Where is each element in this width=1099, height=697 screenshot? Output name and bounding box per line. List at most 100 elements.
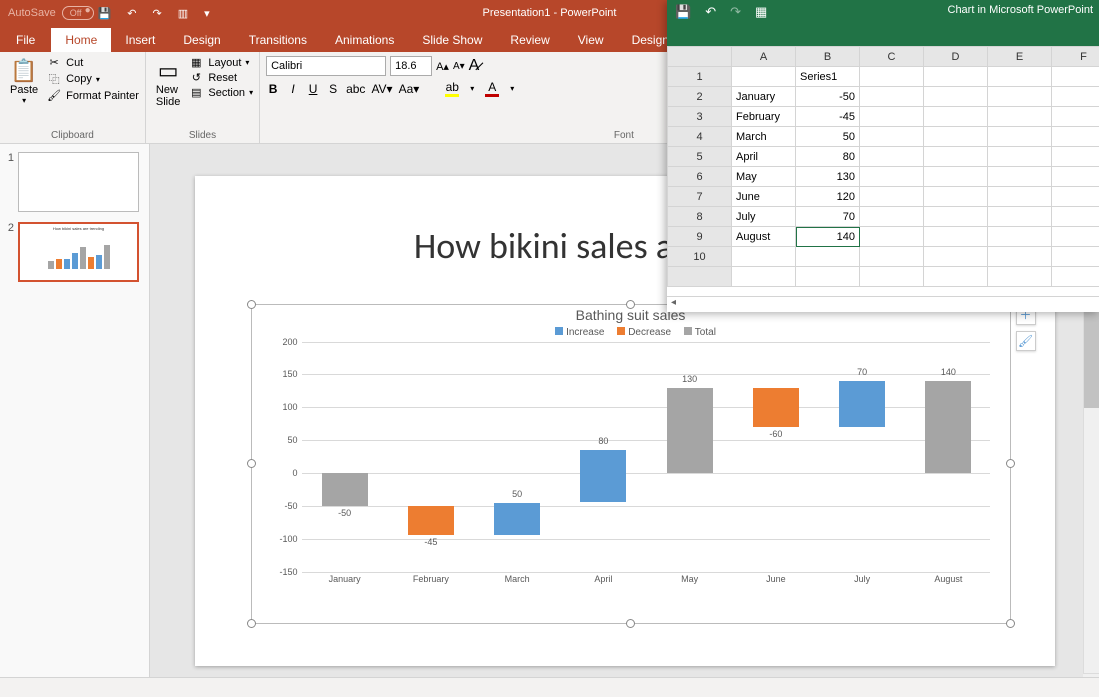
col-header[interactable]: F (1052, 47, 1099, 67)
cell[interactable] (988, 107, 1052, 127)
cell[interactable] (1052, 247, 1099, 267)
tab-file[interactable]: File (0, 28, 51, 52)
cell[interactable] (924, 247, 988, 267)
row-header[interactable]: 6 (668, 167, 732, 187)
shadow-button[interactable]: abc (346, 82, 365, 96)
tab-design[interactable]: Design (169, 28, 234, 52)
cell[interactable] (924, 167, 988, 187)
autosave-toggle[interactable] (62, 6, 94, 20)
cell[interactable] (860, 227, 924, 247)
chart-object[interactable]: ＋ 🖌 Bathing suit sales Increase Decrease… (251, 304, 1011, 624)
cell[interactable] (860, 67, 924, 87)
cell[interactable] (1052, 67, 1099, 87)
start-from-beginning-icon[interactable]: ▥ (178, 7, 188, 20)
cell[interactable] (1052, 187, 1099, 207)
col-header[interactable]: C (860, 47, 924, 67)
clear-formatting-icon[interactable]: A̷ (469, 57, 480, 75)
row-header[interactable]: 5 (668, 147, 732, 167)
col-header[interactable] (668, 47, 732, 67)
cell[interactable]: January (732, 87, 796, 107)
cell[interactable] (860, 87, 924, 107)
row-header[interactable]: 9 (668, 227, 732, 247)
cell[interactable]: -45 (796, 107, 860, 127)
cell[interactable]: 130 (796, 167, 860, 187)
cell[interactable] (988, 147, 1052, 167)
cell[interactable] (924, 147, 988, 167)
cell[interactable]: -50 (796, 87, 860, 107)
cell[interactable] (988, 127, 1052, 147)
cell[interactable]: May (732, 167, 796, 187)
bar-march[interactable] (494, 503, 540, 536)
cell[interactable] (988, 247, 1052, 267)
font-size-select[interactable] (390, 56, 432, 76)
cell[interactable] (988, 167, 1052, 187)
resize-handle[interactable] (247, 619, 256, 628)
cell[interactable]: August (732, 227, 796, 247)
resize-handle[interactable] (626, 300, 635, 309)
cell[interactable]: April (732, 147, 796, 167)
resize-handle[interactable] (1006, 459, 1015, 468)
new-slide-button[interactable]: ▭New Slide (152, 56, 184, 110)
cell[interactable] (988, 207, 1052, 227)
cell[interactable]: 50 (796, 127, 860, 147)
row-header[interactable]: 4 (668, 127, 732, 147)
cell[interactable] (732, 247, 796, 267)
cell[interactable]: 140 (796, 227, 860, 247)
resize-handle[interactable] (626, 619, 635, 628)
tab-slide-show[interactable]: Slide Show (408, 28, 496, 52)
cell[interactable] (988, 187, 1052, 207)
chart-plot-area[interactable]: -150-100-50050100150200-50-455080130-607… (302, 342, 990, 572)
layout-button[interactable]: ▦Layout▾ (188, 56, 253, 69)
row-header[interactable]: 1 (668, 67, 732, 87)
resize-handle[interactable] (247, 459, 256, 468)
cell[interactable] (860, 147, 924, 167)
cell[interactable] (924, 67, 988, 87)
undo-icon[interactable]: ↶ (127, 7, 136, 20)
cell[interactable] (924, 107, 988, 127)
tab-review[interactable]: Review (496, 28, 563, 52)
cell[interactable] (924, 227, 988, 247)
tab-insert[interactable]: Insert (111, 28, 169, 52)
cell[interactable]: February (732, 107, 796, 127)
char-spacing-button[interactable]: AV▾ (371, 82, 392, 96)
cell[interactable] (1052, 87, 1099, 107)
excel-more-icon[interactable]: ▦ (755, 4, 767, 20)
excel-undo-icon[interactable]: ↶ (705, 4, 716, 20)
tab-animations[interactable]: Animations (321, 28, 408, 52)
font-name-select[interactable] (266, 56, 386, 76)
highlight-button[interactable]: ab (445, 80, 459, 97)
bar-january[interactable] (322, 473, 368, 506)
cell[interactable] (860, 247, 924, 267)
col-header[interactable]: E (988, 47, 1052, 67)
cell[interactable]: March (732, 127, 796, 147)
cell[interactable] (1052, 107, 1099, 127)
cell[interactable] (796, 247, 860, 267)
bar-august[interactable] (925, 381, 971, 473)
copy-button[interactable]: ⿻Copy▾ (46, 71, 139, 87)
cell[interactable] (924, 207, 988, 227)
cell[interactable] (1052, 227, 1099, 247)
cell[interactable]: 120 (796, 187, 860, 207)
chart-styles-button[interactable]: 🖌 (1016, 331, 1036, 351)
cell[interactable]: Series1 (796, 67, 860, 87)
cell[interactable]: 80 (796, 147, 860, 167)
qat-more-icon[interactable]: ▾ (204, 7, 210, 20)
cell[interactable] (924, 127, 988, 147)
vertical-scrollbar[interactable] (1083, 288, 1099, 677)
underline-button[interactable]: U (306, 82, 320, 96)
row-header[interactable]: 8 (668, 207, 732, 227)
row-header[interactable]: 7 (668, 187, 732, 207)
cell[interactable] (1052, 147, 1099, 167)
change-case-button[interactable]: Aa▾ (399, 82, 420, 96)
excel-save-icon[interactable]: 💾 (675, 4, 691, 20)
cell[interactable] (988, 67, 1052, 87)
tab-transitions[interactable]: Transitions (235, 28, 321, 52)
col-header[interactable]: B (796, 47, 860, 67)
excel-redo-icon[interactable]: ↷ (730, 4, 741, 20)
cell[interactable] (1052, 167, 1099, 187)
cell[interactable] (860, 207, 924, 227)
paste-button[interactable]: 📋Paste▾ (6, 56, 42, 107)
cell[interactable] (1052, 207, 1099, 227)
bar-july[interactable] (839, 381, 885, 427)
row-header[interactable]: 3 (668, 107, 732, 127)
